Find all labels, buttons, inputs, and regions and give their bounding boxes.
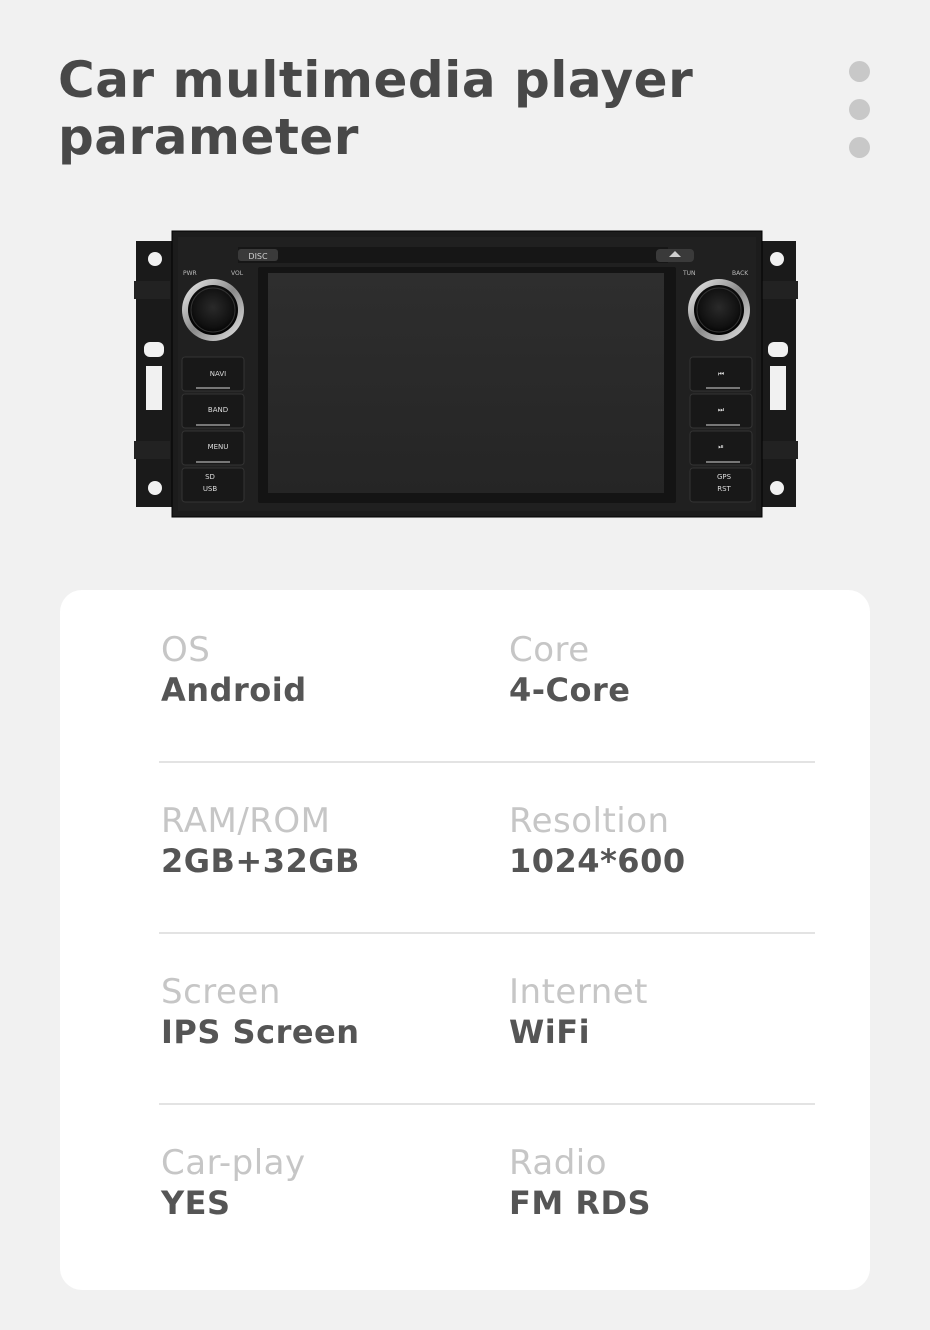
spec-row: Car-play YES Radio FM RDS <box>159 1103 815 1274</box>
spec-label: Radio <box>509 1143 608 1183</box>
spec-item-core: Core 4-Core <box>509 630 631 710</box>
spec-label: Screen <box>161 972 281 1012</box>
spec-item-ram-rom: RAM/ROM 2GB+32GB <box>161 801 360 881</box>
svg-text:⏭: ⏭ <box>718 406 725 414</box>
spec-label: Resoltion <box>509 801 670 841</box>
spec-value: Android <box>161 671 307 709</box>
spec-item-screen: Screen IPS Screen <box>161 972 360 1052</box>
dot <box>849 61 870 82</box>
dot <box>849 99 870 120</box>
spec-label: Car-play <box>161 1143 306 1183</box>
page-title: Car multimedia player parameter <box>58 52 693 166</box>
spec-value: 1024*600 <box>509 842 686 880</box>
svg-text:PWR: PWR <box>183 270 197 277</box>
spec-item-carplay: Car-play YES <box>161 1143 306 1223</box>
svg-text:NAVI: NAVI <box>210 370 226 378</box>
svg-text:⏯: ⏯ <box>718 443 724 451</box>
page-title-line-1: Car multimedia player <box>58 51 694 109</box>
spec-label: Internet <box>509 972 649 1012</box>
svg-text:RST: RST <box>717 485 731 493</box>
spec-item-resolution: Resoltion 1024*600 <box>509 801 686 881</box>
spec-value: 2GB+32GB <box>161 842 360 880</box>
car-multimedia-player-image: DISC PWR VOL TUN BACK NAVI BAND MENU SD … <box>134 230 798 518</box>
spec-row: OS Android Core 4-Core <box>159 590 815 763</box>
left-bracket <box>134 241 176 507</box>
spec-value: 4-Core <box>509 671 631 709</box>
spec-label: RAM/ROM <box>161 801 331 841</box>
dot <box>849 137 870 158</box>
svg-text:BACK: BACK <box>732 270 749 277</box>
spec-label: OS <box>161 630 211 670</box>
spec-item-internet: Internet WiFi <box>509 972 648 1052</box>
svg-text:DISC: DISC <box>248 252 268 261</box>
svg-text:BAND: BAND <box>208 406 228 414</box>
svg-text:⏮: ⏮ <box>718 370 724 378</box>
svg-text:MENU: MENU <box>208 443 229 451</box>
spec-card: OS Android Core 4-Core RAM/ROM 2GB+32GB … <box>60 590 870 1290</box>
spec-value: WiFi <box>509 1013 591 1051</box>
svg-text:TUN: TUN <box>682 270 696 277</box>
spec-label: Core <box>509 630 590 670</box>
spec-item-os: OS Android <box>161 630 307 710</box>
svg-text:GPS: GPS <box>717 473 732 481</box>
more-vertical-icon[interactable] <box>849 61 870 175</box>
svg-text:USB: USB <box>203 485 218 493</box>
spec-row: Screen IPS Screen Internet WiFi <box>159 932 815 1105</box>
svg-text:VOL: VOL <box>231 270 244 277</box>
spec-row: RAM/ROM 2GB+32GB Resoltion 1024*600 <box>159 761 815 934</box>
spec-value: FM RDS <box>509 1184 652 1222</box>
page-title-line-2: parameter <box>58 108 359 166</box>
spec-item-radio: Radio FM RDS <box>509 1143 651 1223</box>
svg-text:SD: SD <box>205 473 215 481</box>
spec-value: IPS Screen <box>161 1013 360 1051</box>
spec-value: YES <box>161 1184 231 1222</box>
